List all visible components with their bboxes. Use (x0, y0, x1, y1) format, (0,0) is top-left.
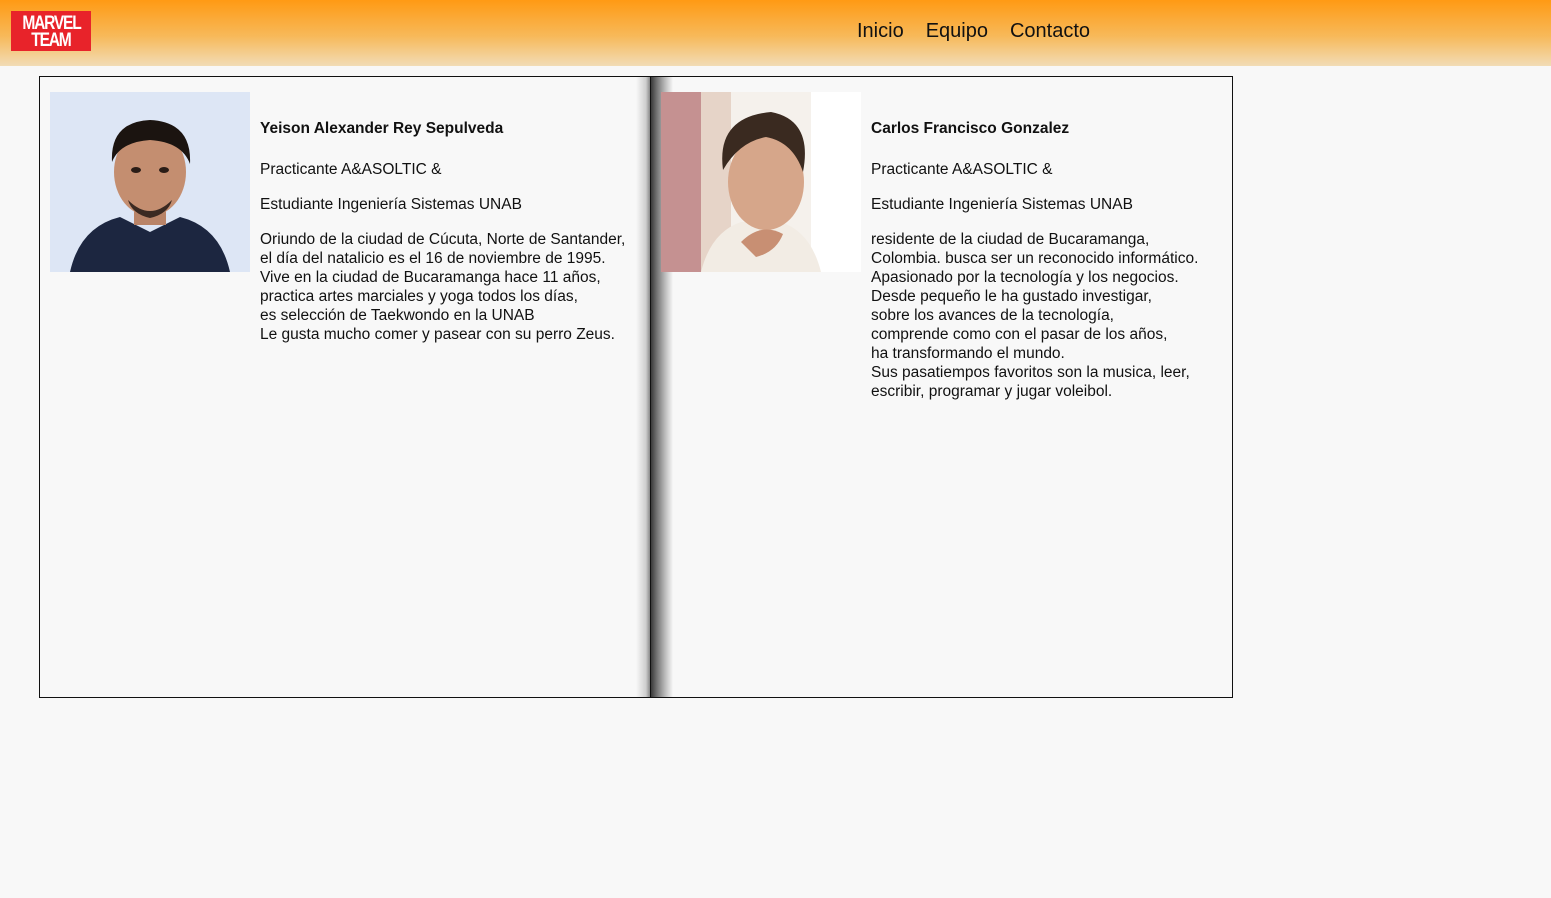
book-page-left: Yeison Alexander Rey Sepulveda Practican… (40, 77, 650, 697)
member-role: Practicante A&ASOLTIC & (871, 161, 1053, 178)
bio-line: escribir, programar y jugar voleibol. (871, 383, 1113, 400)
bio-line: Oriundo de la ciudad de Cúcuta, Norte de… (260, 231, 626, 248)
member-study: Estudiante Ingeniería Sistemas UNAB (260, 196, 522, 213)
bio-line: Colombia. busca ser un reconocido inform… (871, 250, 1199, 267)
bio-line: ha transformando el mundo. (871, 345, 1065, 362)
bio-line: residente de la ciudad de Bucaramanga, (871, 231, 1150, 248)
marvel-team-logo[interactable]: MARVEL TEAM (11, 11, 91, 51)
member-name: Yeison Alexander Rey Sepulveda (260, 120, 504, 137)
bio-line: comprende como con el pasar de los años, (871, 326, 1168, 343)
main-nav: Inicio Equipo Contacto (857, 19, 1112, 43)
book-page-right: Carlos Francisco Gonzalez Practicante A&… (650, 77, 1232, 697)
bio-line: Vive en la ciudad de Bucaramanga hace 11… (260, 269, 601, 286)
bio-line: practica artes marciales y yoga todos lo… (260, 288, 578, 305)
nav-link-equipo[interactable]: Equipo (926, 19, 988, 43)
nav-link-inicio[interactable]: Inicio (857, 19, 904, 43)
bio-line: Sus pasatiempos favoritos son la musica,… (871, 364, 1190, 381)
member-bio: residente de la ciudad de Bucaramanga, C… (871, 230, 1231, 401)
member-photo (661, 92, 861, 272)
bio-line: el día del natalicio es el 16 de noviemb… (260, 250, 606, 267)
member-photo (50, 92, 250, 272)
member-info: Carlos Francisco Gonzalez Practicante A&… (871, 119, 1231, 401)
nav-link-contacto[interactable]: Contacto (1010, 19, 1090, 43)
member-role: Practicante A&ASOLTIC & (260, 161, 442, 178)
bio-line: Desde pequeño le ha gustado investigar, (871, 288, 1152, 305)
member-name: Carlos Francisco Gonzalez (871, 120, 1070, 137)
top-header: MARVEL TEAM Inicio Equipo Contacto (0, 0, 1551, 66)
bio-line: Apasionado por la tecnología y los negoc… (871, 269, 1179, 286)
bio-line: es selección de Taekwondo en la UNAB (260, 307, 535, 324)
logo-line-2: TEAM (31, 29, 71, 51)
team-book: Yeison Alexander Rey Sepulveda Practican… (39, 76, 1233, 698)
spine-shadow-left (636, 77, 650, 697)
member-study: Estudiante Ingeniería Sistemas UNAB (871, 196, 1133, 213)
bio-line: sobre los avances de la tecnología, (871, 307, 1114, 324)
member-bio: Oriundo de la ciudad de Cúcuta, Norte de… (260, 230, 640, 344)
member-info: Yeison Alexander Rey Sepulveda Practican… (260, 119, 640, 344)
bio-line: Le gusta mucho comer y pasear con su per… (260, 326, 615, 343)
portrait-illustration (50, 92, 250, 272)
portrait-illustration (661, 92, 861, 272)
